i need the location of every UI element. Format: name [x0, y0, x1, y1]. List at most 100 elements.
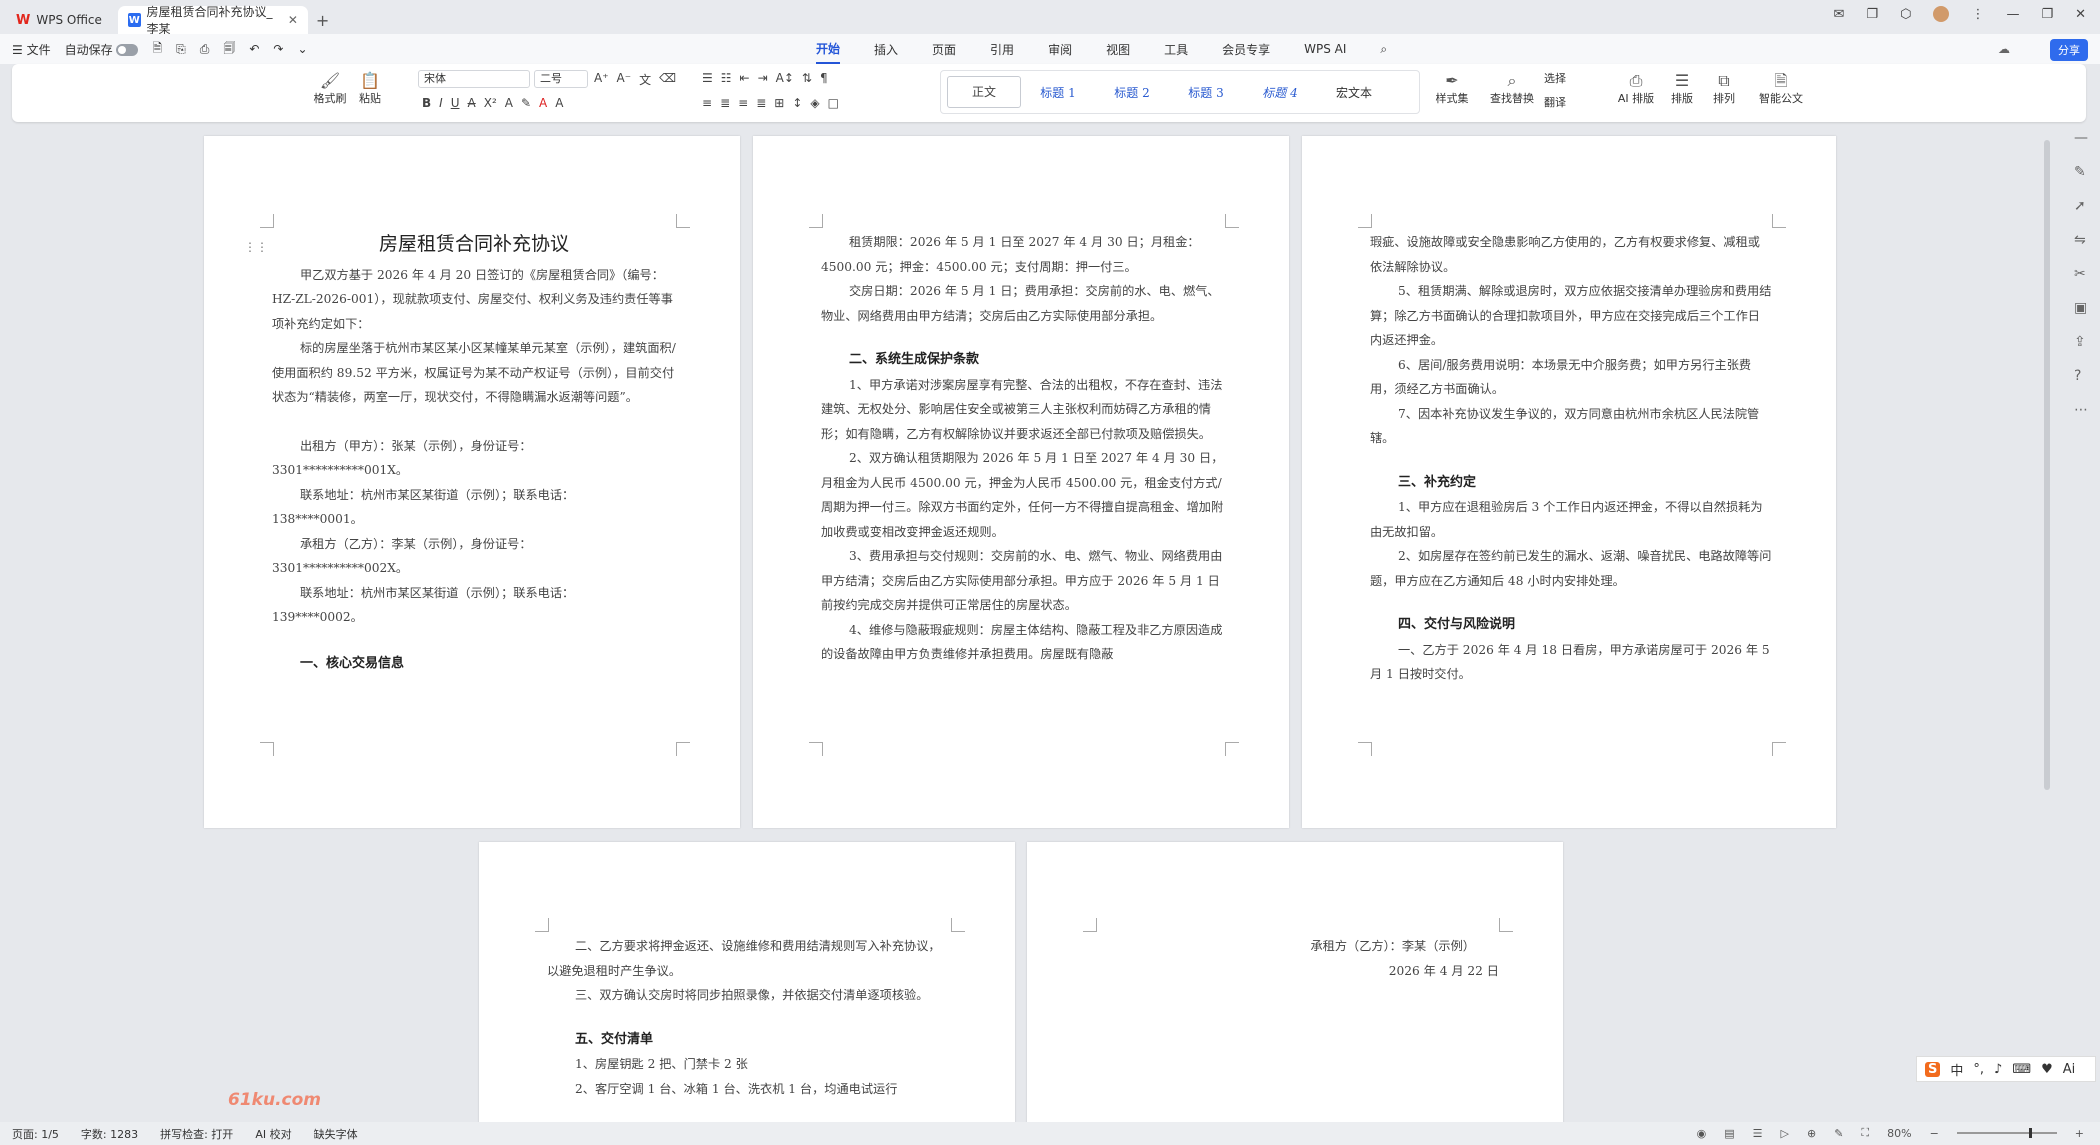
tab-home[interactable]: W WPS Office: [6, 6, 112, 34]
redo-icon[interactable]: ↷: [273, 42, 283, 56]
smart-doc-button[interactable]: 🗎 智能公文: [1758, 72, 1804, 106]
tab-insert[interactable]: 插入: [874, 34, 898, 64]
ime-lang[interactable]: 中: [1950, 1060, 1963, 1079]
play-icon[interactable]: ▷: [1781, 1127, 1789, 1140]
superscript-icon[interactable]: X²: [484, 96, 497, 110]
style-heading-1[interactable]: 标题 1: [1021, 84, 1095, 101]
italic-icon[interactable]: I: [439, 96, 443, 110]
underline-icon[interactable]: U: [451, 96, 460, 110]
skin-icon[interactable]: ♥: [2041, 1062, 2053, 1077]
more-icon[interactable]: ⋯: [2074, 402, 2088, 418]
drag-handle-icon[interactable]: ⋮⋮: [244, 240, 268, 254]
outdent-icon[interactable]: ⇤: [740, 71, 750, 85]
minimize-panel-icon[interactable]: —: [2074, 130, 2088, 146]
shading-icon[interactable]: ◈: [810, 96, 819, 110]
align-left-icon[interactable]: ≡: [702, 96, 712, 110]
layout-button[interactable]: ☰ 排版: [1664, 72, 1700, 106]
share-button[interactable]: 分享: [2050, 39, 2088, 61]
zoom-slider[interactable]: [1956, 1128, 2057, 1138]
eye-icon[interactable]: ◉: [1697, 1127, 1707, 1140]
page-2-content[interactable]: 租赁期限：2026 年 5 月 1 日至 2027 年 4 月 30 日；月租金…: [821, 230, 1225, 667]
align-center-icon[interactable]: ≣: [720, 96, 730, 110]
ai-icon[interactable]: Ai: [2063, 1062, 2076, 1077]
window-mode-icon[interactable]: ❐: [1866, 7, 1878, 22]
tab-page[interactable]: 页面: [932, 34, 956, 64]
fit-icon[interactable]: ⛶: [1861, 1126, 1869, 1140]
paste-button[interactable]: 📋 粘贴: [352, 72, 388, 106]
page-5-content[interactable]: 承租方（乙方）：李某（示例） 2026 年 4 月 22 日: [1095, 934, 1499, 983]
chevron-down-icon[interactable]: ⌄: [297, 42, 307, 56]
more-icon[interactable]: ⋮: [1971, 7, 1984, 22]
grow-font-icon[interactable]: A⁺: [594, 71, 609, 88]
vertical-scrollbar[interactable]: [2044, 140, 2050, 790]
border-icon[interactable]: □: [828, 96, 839, 110]
restore-icon[interactable]: ❐: [2041, 7, 2053, 22]
style-heading-4[interactable]: 标题 4: [1243, 84, 1317, 101]
style-set-button[interactable]: ✒ 样式集: [1432, 72, 1472, 106]
indent-icon[interactable]: ⇥: [758, 71, 768, 85]
widget-icon[interactable]: ▣: [2074, 300, 2088, 316]
tab-start[interactable]: 开始: [816, 34, 841, 64]
style-normal[interactable]: 正文: [947, 76, 1021, 108]
minimize-icon[interactable]: —: [2006, 7, 2019, 22]
align-right-icon[interactable]: ≡: [738, 96, 748, 110]
share-panel-icon[interactable]: ⇪: [2074, 334, 2088, 350]
text-effect-icon[interactable]: A: [505, 96, 513, 110]
text-direction-icon[interactable]: A↕: [776, 71, 794, 85]
undo-icon[interactable]: ↶: [249, 42, 259, 56]
web-view-icon[interactable]: ⊕: [1807, 1127, 1816, 1140]
zoom-out-icon[interactable]: −: [1930, 1127, 1939, 1140]
arrange-button[interactable]: ⧉ 排列: [1706, 72, 1742, 106]
spell-check[interactable]: 拼写检查: 打开: [160, 1126, 233, 1142]
mail-icon[interactable]: ✉: [1834, 7, 1845, 22]
highlight-icon[interactable]: ✎: [521, 96, 531, 110]
missing-font[interactable]: 缺失字体: [314, 1126, 358, 1142]
search-icon[interactable]: ⌕: [1380, 34, 1387, 64]
format-painter-button[interactable]: 🖌 格式刷: [312, 72, 348, 106]
zoom-slider-knob[interactable]: [2028, 1128, 2032, 1138]
distribute-icon[interactable]: ⊞: [774, 96, 784, 110]
tab-tools[interactable]: 工具: [1164, 34, 1188, 64]
file-menu[interactable]: ☰ 文件: [12, 41, 51, 58]
translate-button[interactable]: 翻译: [1544, 94, 1600, 110]
font-select[interactable]: 宋体: [418, 70, 530, 88]
tab-wps-ai[interactable]: WPS AI: [1304, 34, 1346, 64]
close-icon[interactable]: ✕: [2075, 7, 2086, 22]
keyboard-icon[interactable]: ⌨: [2012, 1062, 2031, 1077]
print-icon[interactable]: ⎙: [200, 42, 210, 57]
bold-icon[interactable]: B: [422, 96, 431, 110]
page-indicator[interactable]: 页面: 1/5: [12, 1126, 59, 1142]
zoom-level[interactable]: 80%: [1887, 1127, 1911, 1140]
line-spacing-icon[interactable]: ↕: [792, 96, 802, 110]
close-tab-icon[interactable]: ✕: [288, 13, 298, 27]
autosave-toggle[interactable]: [116, 44, 139, 56]
justify-icon[interactable]: ≣: [756, 96, 766, 110]
show-marks-icon[interactable]: ¶: [820, 71, 828, 85]
strikethrough-icon[interactable]: A: [468, 96, 476, 110]
tab-reference[interactable]: 引用: [990, 34, 1014, 64]
number-list-icon[interactable]: ☷: [721, 71, 732, 85]
cube-icon[interactable]: ⬡: [1900, 7, 1911, 22]
bullet-list-icon[interactable]: ☰: [702, 71, 713, 85]
write-mode-icon[interactable]: ✎: [1834, 1127, 1843, 1140]
pen-icon[interactable]: ✎: [2074, 164, 2088, 180]
font-size-select[interactable]: 二号: [534, 70, 588, 88]
select-button[interactable]: 选择: [1544, 70, 1600, 86]
pointer-icon[interactable]: ➚: [2074, 198, 2088, 214]
zoom-in-icon[interactable]: +: [2075, 1127, 2084, 1140]
new-tab-button[interactable]: +: [316, 6, 329, 34]
page-1-content[interactable]: 房屋租赁合同补充协议 甲乙双方基于 2026 年 4 月 20 日签订的《房屋租…: [272, 232, 676, 676]
page-view-icon[interactable]: ▤: [1724, 1127, 1734, 1140]
style-macro-text[interactable]: 宏文本: [1317, 84, 1391, 101]
phonetic-icon[interactable]: 文: [639, 71, 651, 88]
ai-proofread[interactable]: AI 校对: [255, 1126, 291, 1142]
outline-view-icon[interactable]: ☰: [1753, 1127, 1763, 1140]
tab-document[interactable]: W 房屋租赁合同补充协议_李某 ✕: [117, 5, 308, 36]
sogou-icon[interactable]: S: [1925, 1061, 1941, 1077]
page-3-content[interactable]: 瑕疵、设施故障或安全隐患影响乙方使用的，乙方有权要求修复、减租或依法解除协议。 …: [1370, 230, 1772, 687]
tab-review[interactable]: 审阅: [1048, 34, 1072, 64]
style-heading-2[interactable]: 标题 2: [1095, 84, 1169, 101]
style-heading-3[interactable]: 标题 3: [1169, 84, 1243, 101]
tab-view[interactable]: 视图: [1106, 34, 1130, 64]
word-count[interactable]: 字数: 1283: [81, 1126, 138, 1142]
